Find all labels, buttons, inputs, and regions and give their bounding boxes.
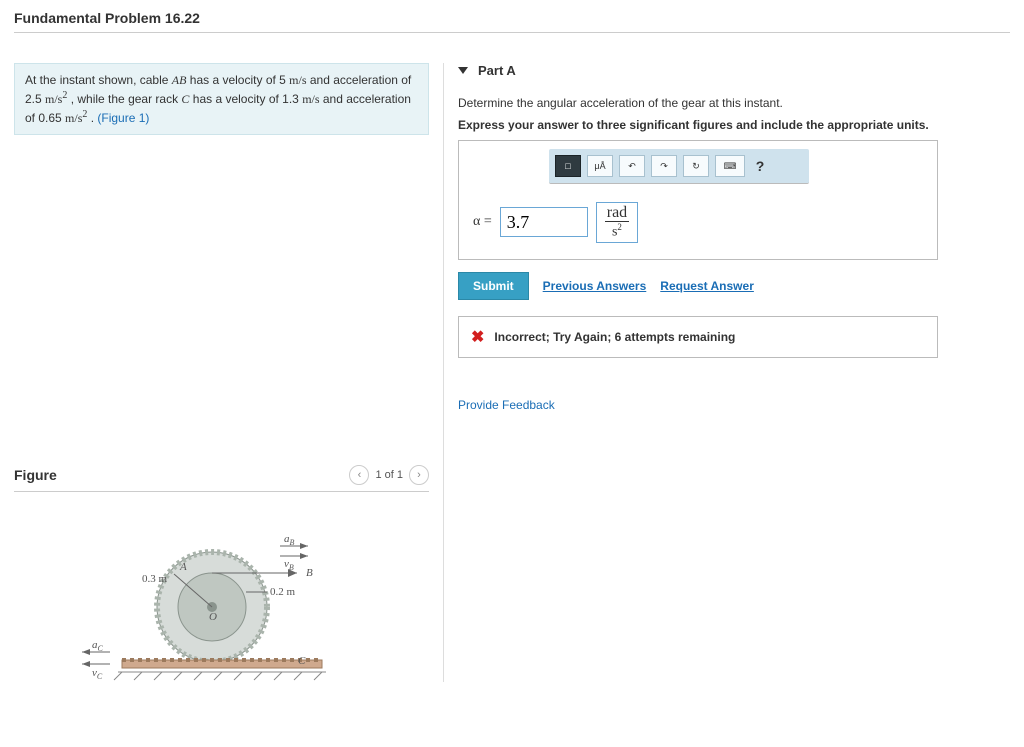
label-vC-sub: C xyxy=(96,672,102,681)
figure-prev-button[interactable]: ‹ xyxy=(349,465,369,485)
label-r-outer: 0.3 m xyxy=(142,573,168,585)
label-aC-sub: C xyxy=(97,644,103,653)
problem-title: Fundamental Problem 16.22 xyxy=(14,10,1010,33)
unit-numerator: rad xyxy=(605,205,629,222)
feedback-box: ✖ Incorrect; Try Again; 6 attempts remai… xyxy=(458,316,938,358)
toolbar-special-chars-button[interactable]: μÅ xyxy=(587,155,613,177)
answer-value-input[interactable] xyxy=(500,207,588,237)
part-label: Part A xyxy=(478,63,516,78)
right-column: Part A Determine the angular acceleratio… xyxy=(444,63,1010,682)
left-column: At the instant shown, cable AB has a vel… xyxy=(14,63,444,682)
figure-next-button[interactable]: › xyxy=(409,465,429,485)
answer-variable-label: α = xyxy=(473,214,492,230)
stem-u2: m/s2 xyxy=(45,92,67,106)
toolbar-templates-button[interactable]: □ xyxy=(555,155,581,177)
label-O: O xyxy=(209,611,217,623)
label-r-inner: 0.2 m xyxy=(270,586,296,598)
stem-t1: At the instant shown, cable xyxy=(25,73,172,87)
provide-feedback-link[interactable]: Provide Feedback xyxy=(458,398,1010,412)
label-aB-sub: B xyxy=(289,538,294,547)
stem-t2: has a velocity of 5 xyxy=(190,73,289,87)
figure-diagram: O A B C 0.3 m 0.2 m aB vB xyxy=(14,512,429,682)
problem-statement: At the instant shown, cable AB has a vel… xyxy=(14,63,429,135)
svg-text:vB: vB xyxy=(284,558,294,572)
incorrect-icon: ✖ xyxy=(471,327,484,347)
part-prompt-2: Express your answer to three significant… xyxy=(458,118,1010,132)
unit-denominator: s2 xyxy=(605,222,629,240)
stem-t4: , while the gear rack xyxy=(71,92,182,106)
feedback-text: Incorrect; Try Again; 6 attempts remaini… xyxy=(494,330,735,344)
svg-text:vC: vC xyxy=(92,667,103,681)
answer-box: □ μÅ ↶ ↷ ↻ ⌨ ? α = rad s2 xyxy=(458,140,938,260)
toolbar-help-button[interactable]: ? xyxy=(751,155,769,177)
figure-pager-text: 1 of 1 xyxy=(375,469,403,481)
toolbar-keyboard-button[interactable]: ⌨ xyxy=(715,155,745,177)
stem-ab: AB xyxy=(172,73,187,87)
stem-u1: m/s xyxy=(289,73,306,87)
submit-button[interactable]: Submit xyxy=(458,272,529,300)
stem-c: C xyxy=(181,92,189,106)
toolbar-redo-button[interactable]: ↷ xyxy=(651,155,677,177)
svg-text:aC: aC xyxy=(92,639,104,653)
label-A: A xyxy=(179,561,187,573)
figure-link[interactable]: (Figure 1) xyxy=(97,111,149,125)
answer-units-input[interactable]: rad s2 xyxy=(596,202,638,243)
part-toggle-icon[interactable] xyxy=(458,67,468,74)
label-C: C xyxy=(298,655,306,667)
label-vB-sub: B xyxy=(288,563,293,572)
svg-text:aB: aB xyxy=(284,533,295,547)
request-answer-link[interactable]: Request Answer xyxy=(660,279,754,293)
toolbar-reset-button[interactable]: ↻ xyxy=(683,155,709,177)
previous-answers-link[interactable]: Previous Answers xyxy=(543,279,647,293)
toolbar-undo-button[interactable]: ↶ xyxy=(619,155,645,177)
stem-u3: m/s xyxy=(302,92,319,106)
figure-heading: Figure xyxy=(14,467,57,483)
answer-toolbar: □ μÅ ↶ ↷ ↻ ⌨ ? xyxy=(549,149,809,184)
stem-u4: m/s2 xyxy=(65,111,87,125)
stem-t5: has a velocity of 1.3 xyxy=(193,92,302,106)
part-prompt-1: Determine the angular acceleration of th… xyxy=(458,96,1010,110)
label-B: B xyxy=(306,567,313,579)
